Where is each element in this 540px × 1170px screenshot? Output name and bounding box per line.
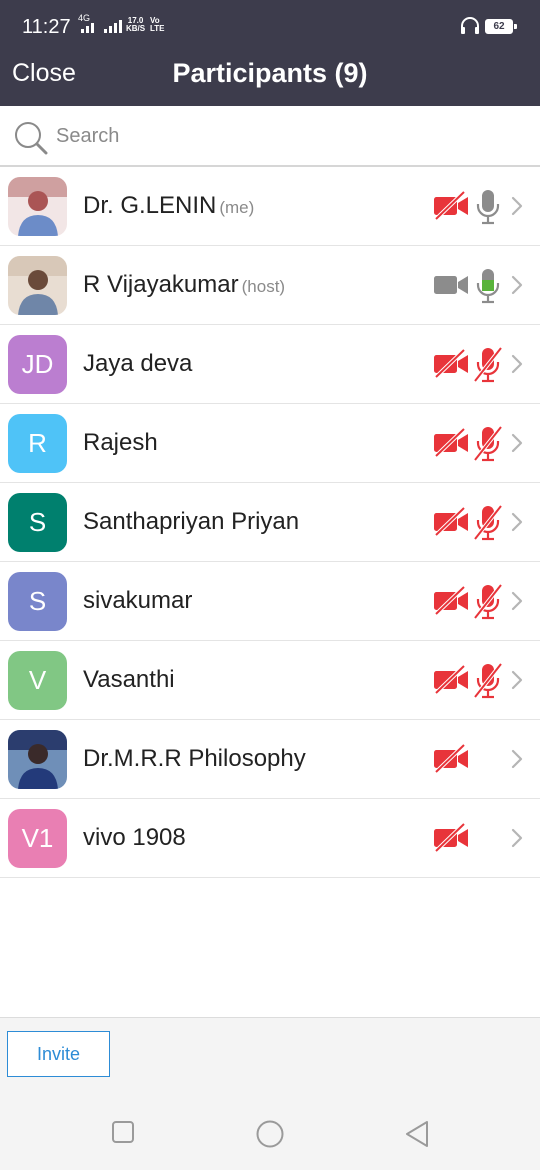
chevron-right-icon[interactable]: [510, 511, 524, 533]
participant-row[interactable]: R Vijayakumar (host): [0, 246, 540, 325]
search-bar: [0, 106, 540, 167]
avatar: S: [8, 493, 67, 552]
volte-indicator: Vo LTE: [150, 17, 165, 33]
avatar-photo: [8, 177, 67, 236]
video-off-icon: [434, 744, 468, 774]
participant-name: Dr. G.LENIN: [83, 192, 217, 219]
participant-name: Dr.M.R.R Philosophy: [83, 745, 306, 772]
participant-name: Santhapriyan Priyan: [83, 508, 300, 535]
participant-row[interactable]: V1 vivo 1908: [0, 799, 540, 878]
video-off-icon: [434, 507, 468, 537]
avatar: [8, 256, 67, 315]
participant-name-group: vivo 1908: [83, 799, 186, 877]
lte-label: LTE: [150, 24, 165, 33]
home-circle-icon[interactable]: [255, 1119, 285, 1149]
video-off-icon: [434, 428, 468, 458]
participant-row[interactable]: S Santhapriyan Priyan: [0, 483, 540, 562]
avatar: [8, 177, 67, 236]
participant-name-group: sivakumar: [83, 562, 192, 640]
invite-button[interactable]: Invite: [7, 1031, 110, 1077]
avatar-photo: [8, 730, 67, 789]
chevron-right-icon[interactable]: [510, 748, 524, 770]
video-off-icon: [434, 349, 468, 379]
participant-name: Rajesh: [83, 429, 158, 456]
chevron-right-icon[interactable]: [510, 195, 524, 217]
participant-name-group: Vasanthi: [83, 641, 175, 719]
avatar: R: [8, 414, 67, 473]
status-time: 11:27: [22, 16, 71, 38]
participant-name-group: Santhapriyan Priyan: [83, 483, 299, 561]
mic-muted-icon: [473, 425, 503, 462]
participant-list: Dr. G.LENIN (me) R Vijayakumar (host) JD Jaya…: [0, 167, 540, 878]
battery-icon: 62: [485, 19, 517, 34]
chevron-right-icon[interactable]: [510, 353, 524, 375]
participant-name: sivakumar: [83, 587, 193, 614]
participant-row[interactable]: V Vasanthi: [0, 641, 540, 720]
search-input[interactable]: [56, 120, 516, 152]
video-off-icon: [434, 665, 468, 695]
avatar: JD: [8, 335, 67, 394]
mic-muted-icon: [473, 346, 503, 383]
mic-muted-icon: [473, 583, 503, 620]
participant-name: R Vijayakumar: [83, 271, 239, 298]
participant-row[interactable]: R Rajesh: [0, 404, 540, 483]
search-icon: [15, 122, 48, 155]
participant-name-group: Dr. G.LENIN (me): [83, 167, 254, 245]
participant-name: Jaya deva: [83, 350, 193, 377]
avatar-photo: [8, 256, 67, 315]
page-title: Participants (9): [172, 58, 368, 88]
video-off-icon: [434, 823, 468, 853]
system-navigation-bar: [0, 1090, 540, 1170]
header-bar: Close Participants (9): [0, 50, 540, 106]
avatar: V1: [8, 809, 67, 868]
avatar: V: [8, 651, 67, 710]
participant-row[interactable]: JD Jaya deva: [0, 325, 540, 404]
chevron-right-icon[interactable]: [510, 432, 524, 454]
participant-name-group: Rajesh: [83, 404, 158, 482]
video-off-icon: [434, 191, 468, 221]
avatar: [8, 730, 67, 789]
headset-icon: [461, 17, 479, 34]
participant-row[interactable]: Ssivakumar: [0, 562, 540, 641]
chevron-right-icon[interactable]: [510, 669, 524, 691]
participant-name-group: Jaya deva: [83, 325, 192, 403]
participant-row[interactable]: Dr. G.LENIN (me): [0, 167, 540, 246]
participant-name: vivo 1908: [83, 824, 186, 851]
participant-role: (host): [241, 277, 286, 296]
back-triangle-icon[interactable]: [403, 1119, 431, 1149]
video-on-icon: [434, 276, 468, 294]
mic-muted-icon: [473, 662, 503, 699]
data-speed: 17.0 KB/S: [126, 17, 145, 33]
status-bar: 11:27 4G 17.0 KB/S Vo LTE 62: [0, 0, 540, 50]
participant-name-group: R Vijayakumar (host): [83, 246, 285, 324]
data-speed-unit: KB/S: [126, 24, 146, 33]
chevron-right-icon[interactable]: [510, 590, 524, 612]
mic-speaking-icon: [476, 269, 500, 304]
participant-row[interactable]: Dr.M.R.R Philosophy: [0, 720, 540, 799]
participant-role: (me): [219, 198, 255, 217]
mic-muted-icon: [473, 504, 503, 541]
avatar: S: [8, 572, 67, 631]
chevron-right-icon[interactable]: [510, 274, 524, 296]
participant-name: Vasanthi: [83, 666, 175, 693]
mic-icon: [476, 190, 500, 225]
participant-name-group: Dr.M.R.R Philosophy: [83, 720, 306, 798]
chevron-right-icon[interactable]: [510, 827, 524, 849]
signal-strength-icon: [81, 20, 122, 33]
recents-square-icon[interactable]: [111, 1120, 135, 1144]
video-off-icon: [434, 586, 468, 616]
